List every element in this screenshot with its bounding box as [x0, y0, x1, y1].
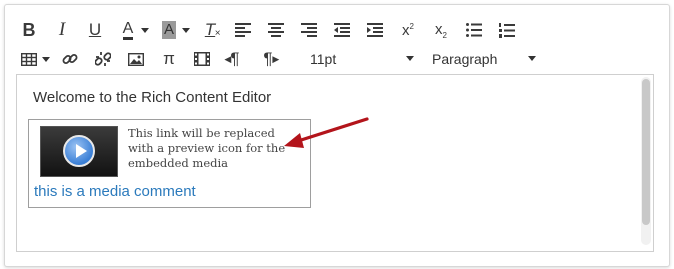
outdent-button[interactable] [331, 19, 353, 41]
play-icon [63, 135, 95, 167]
bold-button[interactable]: B [18, 19, 40, 41]
text-color-dropdown-caret[interactable] [141, 27, 149, 33]
subscript-icon: x2 [435, 21, 447, 40]
table-button[interactable] [18, 48, 40, 70]
welcome-text: Welcome to the Rich Content Editor [33, 89, 272, 106]
image-button[interactable] [125, 48, 147, 70]
ltr-arrow: ◀ [224, 54, 232, 64]
font-size-caret [406, 56, 414, 61]
subscript-button[interactable]: x2 [430, 19, 452, 41]
media-placeholder-note: This link will be replaced with a previe… [128, 126, 286, 170]
media-comment-link[interactable]: this is a media comment [34, 183, 196, 200]
table-icon [21, 52, 37, 66]
italic-button[interactable]: I [51, 19, 73, 41]
paragraph-rtl-icon: ¶ ▶ [263, 49, 279, 69]
indent-icon [367, 23, 383, 37]
image-icon [128, 52, 144, 66]
film-icon [194, 52, 210, 66]
ltr-pilcrow: ¶ [230, 49, 240, 68]
align-right-icon [301, 23, 317, 37]
paragraph-ltr-icon: ¶ ◀ [224, 49, 240, 69]
superscript-x: x [402, 21, 410, 39]
superscript-icon: x2 [402, 22, 414, 39]
subscript-x: x [435, 20, 443, 38]
subscript-mark: 2 [442, 30, 447, 40]
rtl-pilcrow: ¶ [263, 49, 273, 68]
equation-button[interactable]: π [158, 48, 180, 70]
background-color-dropdown-caret[interactable] [182, 27, 190, 33]
bullet-list-icon [466, 23, 482, 37]
editor-scrollbar[interactable] [641, 77, 651, 245]
clear-formatting-glyph: T [204, 20, 216, 39]
background-color-icon: A [161, 21, 176, 39]
align-left-icon [235, 23, 251, 37]
italic-icon: I [58, 19, 66, 40]
pi-icon: π [163, 49, 175, 68]
superscript-mark: 2 [409, 21, 414, 31]
bold-icon: B [22, 19, 36, 40]
font-size-value: 11pt [310, 51, 337, 67]
link-button[interactable] [59, 48, 81, 70]
background-color-button[interactable]: A [158, 19, 180, 41]
unlink-icon [95, 52, 111, 66]
underline-button[interactable]: U [84, 19, 106, 41]
align-center-button[interactable] [265, 19, 287, 41]
font-size-select[interactable]: 11pt [310, 49, 414, 69]
text-color-button[interactable]: A [117, 19, 139, 41]
editor-scrollbar-thumb[interactable] [642, 79, 650, 225]
table-dropdown-caret[interactable] [42, 56, 50, 62]
block-format-value: Paragraph [432, 51, 498, 67]
block-format-caret [528, 56, 536, 61]
toolbar-row-insert: π ¶ ◀ ¶ ▶ [18, 46, 290, 72]
media-thumbnail[interactable] [40, 126, 118, 177]
underline-icon: U [88, 20, 102, 39]
rtl-button[interactable]: ¶ ▶ [257, 48, 279, 70]
align-right-button[interactable] [298, 19, 320, 41]
indent-button[interactable] [364, 19, 386, 41]
media-button[interactable] [191, 48, 213, 70]
block-format-select[interactable]: Paragraph [432, 49, 536, 69]
text-color-icon: A [122, 20, 134, 40]
editor-content-area[interactable]: Welcome to the Rich Content Editor This … [16, 74, 654, 252]
bullet-list-button[interactable] [463, 19, 485, 41]
align-center-icon [268, 23, 284, 37]
clear-x-mark: × [214, 28, 221, 39]
unlink-button[interactable] [92, 48, 114, 70]
numbered-list-icon [499, 22, 515, 38]
link-icon [62, 54, 78, 64]
superscript-button[interactable]: x2 [397, 19, 419, 41]
numbered-list-button[interactable] [496, 19, 518, 41]
media-comment-placeholder[interactable]: This link will be replaced with a previe… [28, 119, 311, 208]
ltr-button[interactable]: ¶ ◀ [224, 48, 246, 70]
outdent-icon [334, 23, 350, 37]
toolbar-row-formatting: B I U A A T × x2 x2 [18, 17, 529, 43]
clear-formatting-button[interactable]: T × [199, 19, 221, 41]
rtl-arrow: ▶ [272, 54, 280, 64]
clear-formatting-icon: T × [204, 20, 221, 40]
align-left-button[interactable] [232, 19, 254, 41]
